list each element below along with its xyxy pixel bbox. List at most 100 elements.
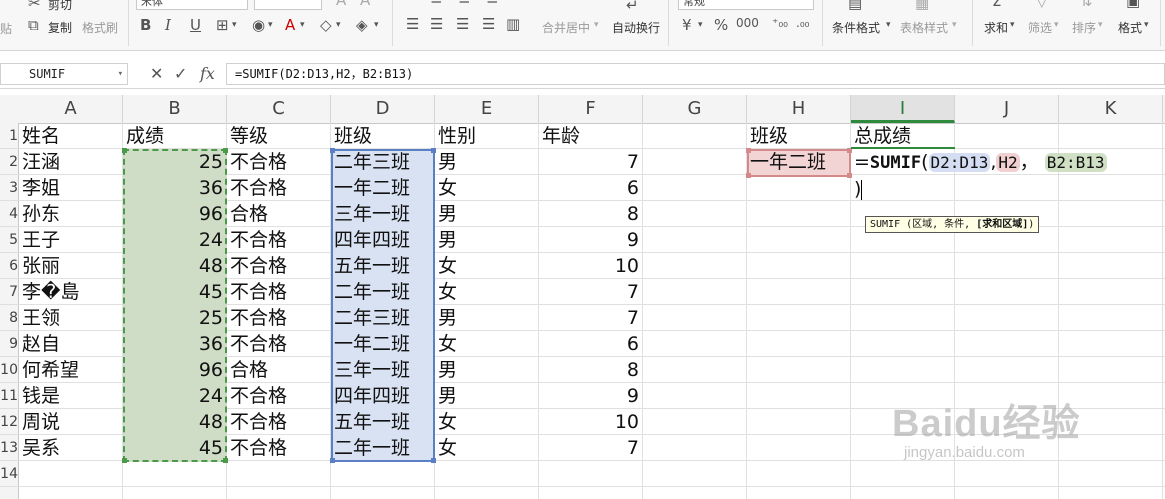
cell-score[interactable]: 48 [123,409,227,435]
comma-style-icon[interactable]: 000 [736,16,759,30]
cell-age[interactable]: 10 [539,253,643,279]
cell-gender[interactable]: 男 [435,357,539,383]
copy-button[interactable]: 复制 [48,19,72,36]
chevron-down-icon[interactable]: ▾ [232,20,237,30]
cut-button[interactable]: 剪切 [48,0,72,13]
chevron-down-icon[interactable]: ▾ [886,20,891,30]
cell-gender[interactable]: 女 [435,409,539,435]
chevron-down-icon[interactable]: ▾ [300,20,305,30]
row-header-8[interactable]: 8 [0,305,19,331]
header-cell-score[interactable]: 成绩 [123,123,227,149]
cell-name[interactable]: 周说 [19,409,123,435]
row-header-9[interactable]: 9 [0,331,19,357]
sort-icon[interactable]: ⇅ [1080,0,1093,10]
row-header-4[interactable]: 4 [0,201,19,227]
cell-name[interactable]: 张丽 [19,253,123,279]
font-color-icon[interactable]: A [285,16,295,34]
scissors-icon[interactable]: ✂ [28,0,41,12]
cell-score[interactable]: 45 [123,435,227,461]
align-bottom-icon[interactable]: ≡ [486,0,499,8]
font-size-select[interactable] [254,0,322,10]
sort-button[interactable]: 排序 [1072,19,1096,36]
cell-age[interactable]: 7 [539,279,643,305]
cell-age[interactable]: 9 [539,227,643,253]
cell-name[interactable]: 李�島 [19,279,123,305]
cell-class[interactable]: 一年二班 [331,331,435,357]
header-cell-gender[interactable]: 性别 [435,123,539,149]
cell-grade[interactable]: 不合格 [227,383,331,409]
cell-score[interactable]: 45 [123,279,227,305]
header-cell-age[interactable]: 年龄 [539,123,643,149]
column-header-c[interactable]: C [227,95,331,123]
column-header-e[interactable]: E [435,95,539,123]
decrease-decimal-icon[interactable]: .₀₀ [796,16,809,30]
column-header-j[interactable]: J [955,95,1059,123]
paste-button[interactable]: 贴 [0,20,12,37]
header-cell-class[interactable]: 班级 [331,123,435,149]
cell-gender[interactable]: 女 [435,331,539,357]
sum-icon[interactable]: Σ [992,0,1001,10]
chevron-down-icon[interactable]: ▾ [594,20,599,30]
cell-gender[interactable]: 女 [435,175,539,201]
row-header-6[interactable]: 6 [0,253,19,279]
align-middle-icon[interactable]: ≡ [458,0,471,8]
cell-name[interactable]: 王子 [19,227,123,253]
cell-name[interactable]: 孙东 [19,201,123,227]
clear-icon[interactable]: ◇ [320,16,332,34]
chevron-down-icon[interactable]: ▾ [952,20,957,30]
chevron-down-icon[interactable]: ▾ [118,64,123,84]
confirm-icon[interactable]: ✓ [174,64,187,83]
cell-score[interactable]: 25 [123,305,227,331]
cell-name[interactable]: 何希望 [19,357,123,383]
copy-icon[interactable]: ⧉ [28,16,39,34]
cell-name[interactable]: 吴系 [19,435,123,461]
cell-age[interactable]: 7 [539,149,643,175]
cell-score[interactable]: 48 [123,253,227,279]
cell-gender[interactable]: 男 [435,383,539,409]
bold-icon[interactable]: B [140,16,151,34]
cell-grade[interactable]: 不合格 [227,227,331,253]
cell-gender[interactable]: 女 [435,279,539,305]
cell-age[interactable]: 7 [539,435,643,461]
cell-class[interactable]: 四年四班 [331,383,435,409]
cell-gender[interactable]: 男 [435,149,539,175]
align-center-icon[interactable]: ☰ [430,15,443,33]
chevron-down-icon[interactable]: ▾ [268,20,273,30]
cell-grade[interactable]: 不合格 [227,175,331,201]
cell-grade[interactable]: 不合格 [227,253,331,279]
cell-gender[interactable]: 男 [435,201,539,227]
format-button[interactable]: 格式 [1118,19,1142,36]
number-format-select[interactable]: 常规 [678,0,814,10]
border-icon[interactable]: ⊞ [216,16,229,34]
cell-age[interactable]: 6 [539,331,643,357]
italic-icon[interactable]: I [165,16,171,34]
chevron-down-icon[interactable]: ▾ [1144,20,1149,30]
cell-score[interactable]: 96 [123,201,227,227]
percent-icon[interactable]: % [714,16,728,34]
justify-icon[interactable]: ☰ [482,15,495,33]
currency-icon[interactable]: ¥ [682,16,692,34]
cell-class[interactable]: 二年一班 [331,279,435,305]
column-header-f[interactable]: F [539,95,643,123]
insert-function-icon[interactable]: fx [200,64,215,83]
cell-class[interactable]: 二年一班 [331,435,435,461]
cell-gender[interactable]: 男 [435,227,539,253]
row-header-3[interactable]: 3 [0,175,19,201]
lookup-class-value[interactable]: 一年二班 [747,149,851,175]
chevron-down-icon[interactable]: ▾ [1098,20,1103,30]
cell-age[interactable]: 10 [539,409,643,435]
row-header-10[interactable]: 10 [0,357,19,383]
conditional-format-button[interactable]: 条件格式 [832,19,880,36]
formula-input[interactable]: =SUMIF(D2:D13,H2，B2:B13) [226,63,1165,85]
chevron-down-icon[interactable]: ▾ [1054,20,1059,30]
decrease-font-icon[interactable]: A [360,0,370,9]
eraser-icon[interactable]: ◈ [356,16,368,34]
conditional-format-icon[interactable]: ▤ [848,0,862,12]
table-style-icon[interactable]: ▦ [915,0,929,12]
cell-gender[interactable]: 男 [435,305,539,331]
align-left-icon[interactable]: ☰ [406,15,419,33]
cell-class[interactable]: 二年三班 [331,305,435,331]
cell-name[interactable]: 汪涵 [19,149,123,175]
column-header-k[interactable]: K [1059,95,1163,123]
format-icon[interactable]: ▣ [1126,0,1140,10]
